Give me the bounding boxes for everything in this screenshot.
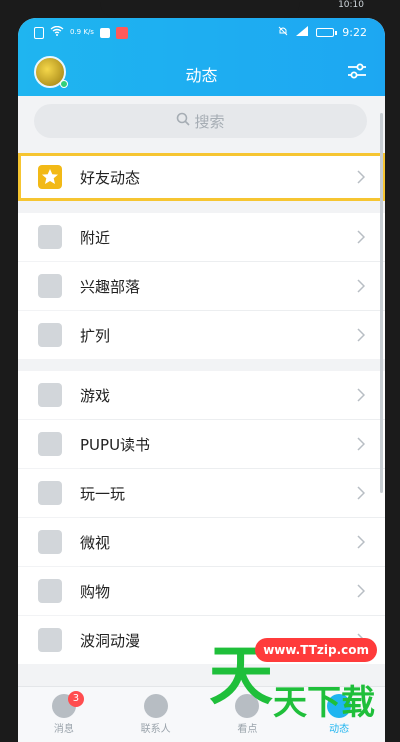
- chevron-right-icon: [357, 170, 366, 184]
- list-item-play[interactable]: 玩一玩: [18, 469, 385, 517]
- watermark-logo: 天 www.TTzip.com 天下载: [205, 632, 385, 732]
- list-item-shopping[interactable]: 购物: [18, 567, 385, 615]
- app-notification-icon: [99, 27, 110, 38]
- list-item-label: 扩列: [80, 326, 111, 345]
- list-item-games[interactable]: 游戏: [18, 371, 385, 419]
- chevron-right-icon: [357, 328, 366, 342]
- puzzle-icon: [38, 383, 62, 407]
- puzzle-icon: [38, 274, 62, 298]
- outer-time: 10:10: [338, 0, 364, 10]
- sim-icon: [34, 26, 44, 39]
- list-item-nearby[interactable]: 附近: [18, 213, 385, 261]
- search-icon: [176, 112, 191, 130]
- tab-messages[interactable]: 3 消息: [18, 687, 110, 742]
- list-item-interest-tribe[interactable]: 兴趣部落: [18, 262, 385, 310]
- star-icon: [38, 165, 62, 189]
- puzzle-icon: [38, 628, 62, 652]
- list-item-label: 好友动态: [80, 168, 141, 187]
- list-item-weishi[interactable]: 微视: [18, 518, 385, 566]
- app-screen: 0.9 K/s 9:22 动态 搜索 好友动态 附近 兴趣部落 扩列 游戏 PU…: [18, 18, 385, 742]
- feed-list: 好友动态 附近 兴趣部落 扩列 游戏 PUPU读书 玩一玩 微视 购物 波洞动漫: [18, 153, 385, 664]
- network-speed: 0.9 K/s: [70, 28, 94, 36]
- list-item-label: PUPU读书: [80, 435, 151, 454]
- battery-icon: [316, 28, 338, 37]
- list-item-label: 购物: [80, 582, 111, 601]
- list-item-label: 玩一玩: [80, 484, 126, 503]
- list-item-expand[interactable]: 扩列: [18, 311, 385, 359]
- app-notification-icon-red: [115, 26, 128, 39]
- puzzle-icon: [38, 225, 62, 249]
- signal-icon: [296, 26, 309, 39]
- unread-badge: 3: [67, 691, 84, 707]
- title-row: 动态: [18, 52, 385, 92]
- status-bar: 0.9 K/s 9:22: [18, 25, 385, 42]
- list-item-label: 附近: [80, 228, 111, 247]
- puzzle-icon: [38, 481, 62, 505]
- search-input[interactable]: 搜索: [34, 104, 367, 138]
- list-item-label: 微视: [80, 533, 111, 552]
- scrollbar[interactable]: [380, 113, 383, 493]
- header-bar: 0.9 K/s 9:22 动态: [18, 18, 385, 96]
- puzzle-icon: [38, 432, 62, 456]
- tab-label: 消息: [53, 724, 74, 735]
- puzzle-icon: [38, 530, 62, 554]
- watermark-text: 天下载: [273, 683, 375, 723]
- chevron-right-icon: [357, 230, 366, 244]
- wifi-icon: [50, 25, 64, 39]
- puzzle-icon: [38, 323, 62, 347]
- contacts-icon: [143, 694, 168, 718]
- settings-sliders-icon[interactable]: [347, 62, 367, 80]
- chevron-right-icon: [357, 437, 366, 451]
- page-title: 动态: [185, 66, 218, 85]
- chevron-right-icon: [357, 388, 366, 402]
- list-item-label: 兴趣部落: [80, 277, 141, 296]
- search-placeholder: 搜索: [194, 112, 225, 131]
- list-item-reading[interactable]: PUPU读书: [18, 420, 385, 468]
- status-time: 9:22: [342, 26, 367, 39]
- phone-notch: [100, 0, 300, 18]
- list-item-friend-feed[interactable]: 好友动态: [18, 153, 385, 201]
- puzzle-icon: [38, 579, 62, 603]
- tab-label: 联系人: [140, 724, 171, 735]
- chevron-right-icon: [357, 535, 366, 549]
- list-item-label: 游戏: [80, 386, 111, 405]
- mute-icon: [278, 26, 288, 39]
- tab-contacts[interactable]: 联系人: [110, 687, 202, 742]
- section-separator: [18, 201, 385, 213]
- chevron-right-icon: [357, 279, 366, 293]
- chevron-right-icon: [357, 584, 366, 598]
- section-separator: [18, 359, 385, 371]
- watermark-url: www.TTzip.com: [255, 638, 377, 662]
- chevron-right-icon: [357, 486, 366, 500]
